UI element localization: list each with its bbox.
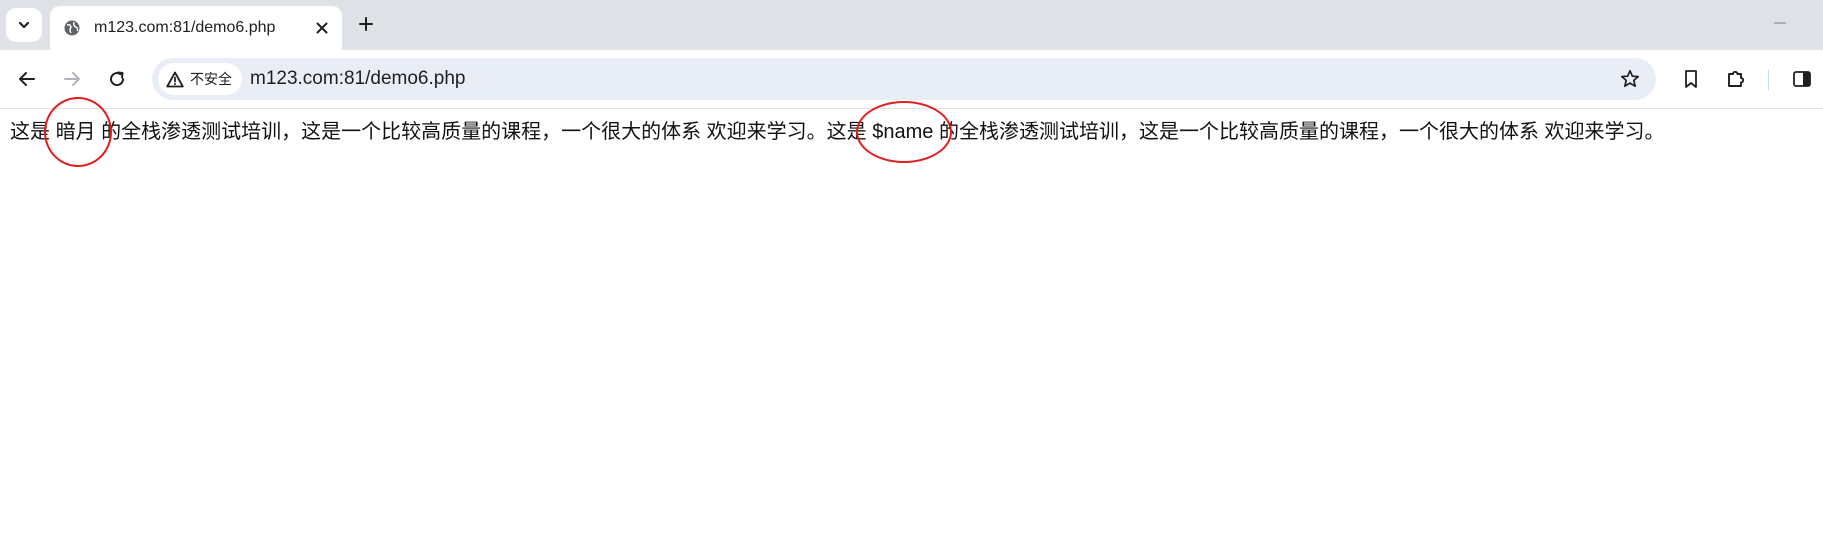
toolbar-divider bbox=[1768, 70, 1769, 90]
arrow-left-icon bbox=[19, 72, 35, 86]
globe-icon bbox=[62, 18, 82, 38]
arrow-right-icon bbox=[64, 72, 80, 86]
back-button[interactable] bbox=[11, 63, 43, 95]
bookmark-star-button[interactable] bbox=[1614, 63, 1646, 95]
minimize-icon bbox=[1774, 22, 1786, 24]
security-chip[interactable]: 不安全 bbox=[158, 63, 242, 95]
active-tab[interactable]: m123.com:81/demo6.php bbox=[50, 6, 342, 50]
page-content: 这是 暗月 的全栈渗透测试培训，这是一个比较高质量的课程，一个很大的体系 欢迎来… bbox=[10, 97, 1665, 167]
name-value-highlight: 暗月 bbox=[43, 97, 112, 167]
reload-button[interactable] bbox=[101, 63, 133, 95]
close-icon bbox=[316, 22, 328, 34]
tab-title: m123.com:81/demo6.php bbox=[94, 19, 276, 36]
forward-button[interactable] bbox=[56, 63, 88, 95]
tab-close-button[interactable] bbox=[312, 18, 332, 38]
text-segment-2: 的全栈渗透测试培训，这是一个比较高质量的课程，一个很大的体系 欢迎来学习。这是 bbox=[95, 121, 873, 143]
security-label: 不安全 bbox=[190, 71, 232, 87]
plus-icon bbox=[359, 17, 373, 31]
name-variable-highlight: $name bbox=[856, 101, 953, 163]
browser-toolbar: 不安全 m123.com:81/demo6.php bbox=[0, 50, 1823, 109]
side-panel-button[interactable] bbox=[1786, 63, 1818, 95]
star-icon bbox=[1620, 69, 1640, 88]
reload-icon bbox=[110, 71, 125, 87]
name-variable: $name bbox=[872, 121, 934, 143]
text-segment-3: 的全栈渗透测试培训，这是一个比较高质量的课程，一个很大的体系 欢迎来学习。 bbox=[933, 121, 1665, 143]
name-value: 暗月 bbox=[55, 121, 96, 143]
extensions-button[interactable] bbox=[1720, 63, 1752, 95]
warning-triangle-icon bbox=[166, 71, 184, 87]
url-text[interactable]: m123.com:81/demo6.php bbox=[250, 68, 465, 90]
puzzle-icon bbox=[1728, 70, 1745, 87]
side-panel-icon bbox=[1793, 71, 1811, 87]
new-tab-button[interactable] bbox=[352, 10, 380, 38]
tab-search-button[interactable] bbox=[6, 8, 42, 42]
tab-strip: m123.com:81/demo6.php bbox=[0, 0, 1823, 50]
minimize-button[interactable] bbox=[1760, 8, 1800, 38]
address-bar[interactable]: 不安全 m123.com:81/demo6.php bbox=[152, 58, 1656, 100]
chevron-down-icon bbox=[18, 21, 30, 29]
bookmark-icon bbox=[1685, 70, 1697, 88]
text-segment-1: 这是 bbox=[10, 121, 56, 143]
bookmarks-button[interactable] bbox=[1675, 63, 1707, 95]
